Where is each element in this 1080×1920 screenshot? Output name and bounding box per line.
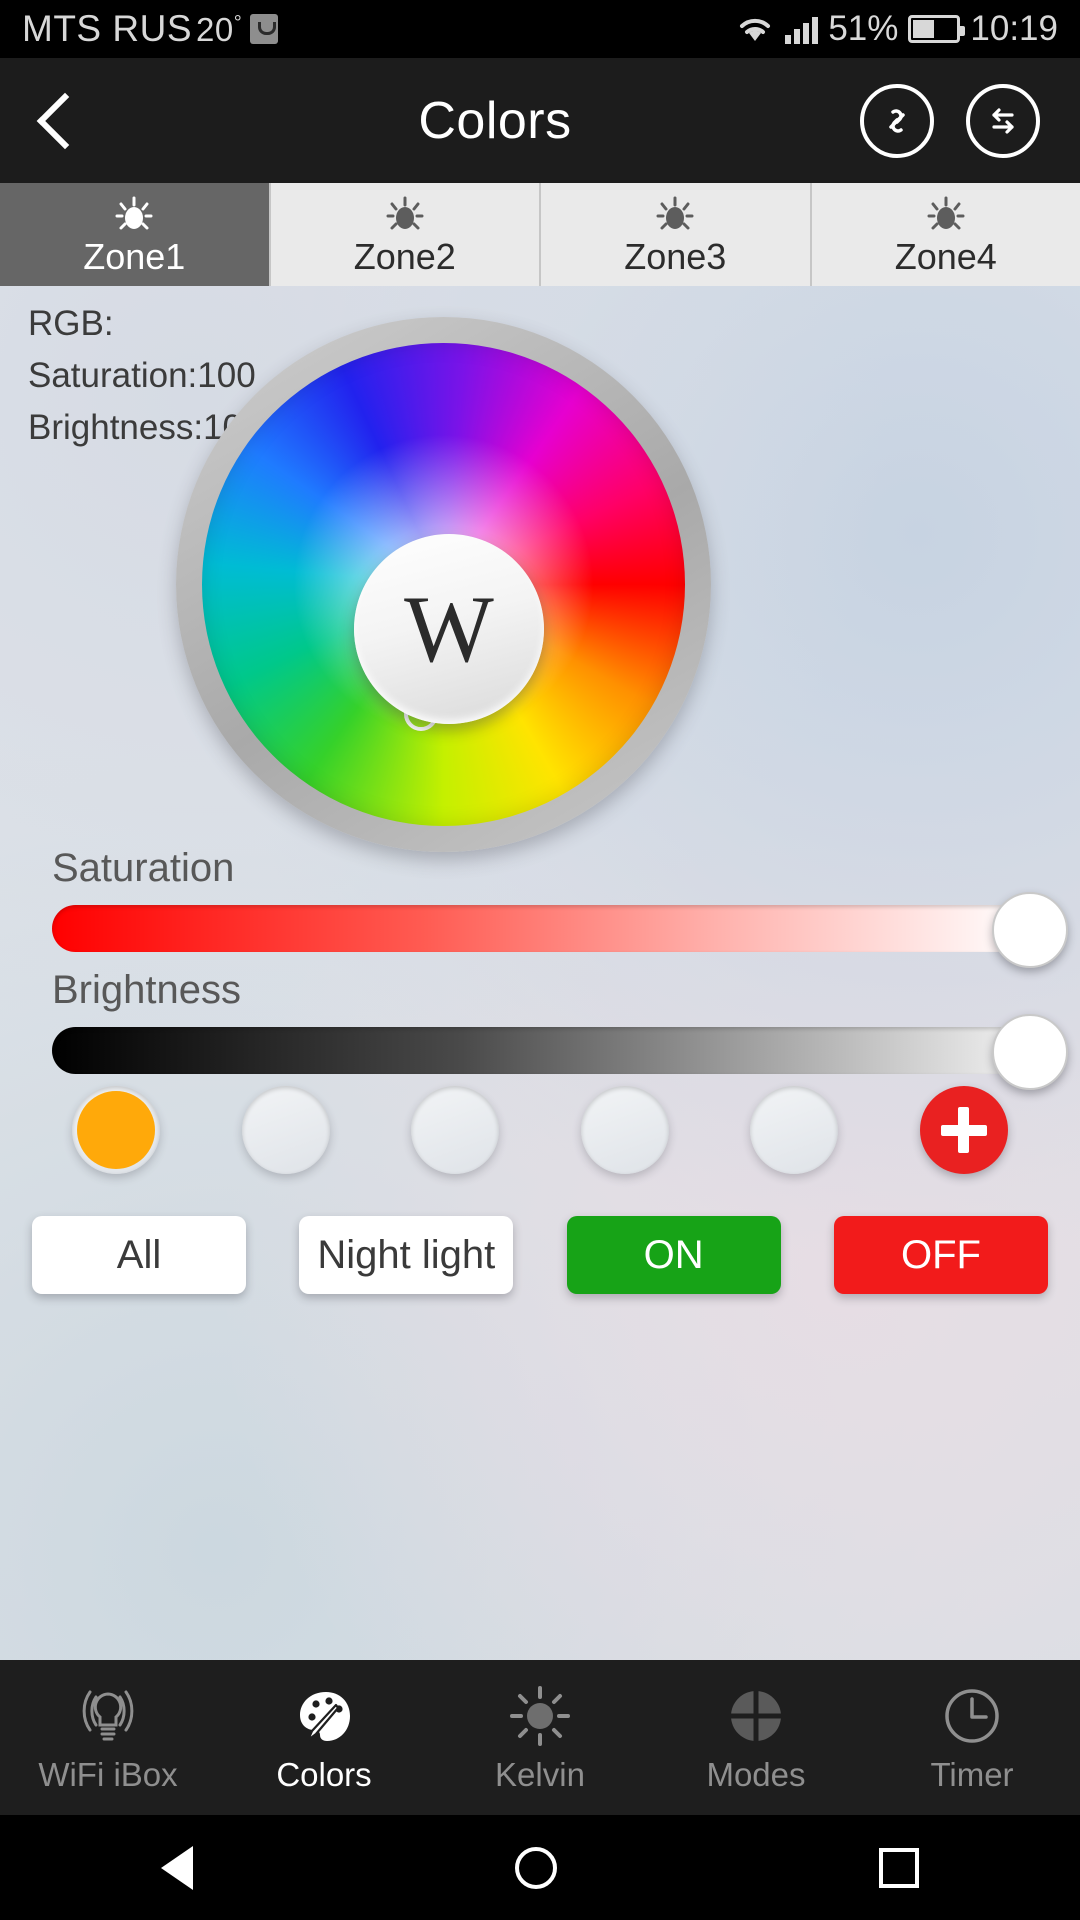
preset-swatch-fill bbox=[247, 1091, 325, 1169]
preset-swatch-fill bbox=[755, 1091, 833, 1169]
wifi-bulb-icon bbox=[82, 1690, 134, 1741]
zone-tab-label: Zone3 bbox=[624, 235, 727, 277]
preset-swatch[interactable] bbox=[241, 1086, 330, 1174]
preset-swatch[interactable] bbox=[580, 1086, 669, 1174]
brightness-slider-block: Brightness bbox=[0, 968, 1080, 1090]
status-bar-left: MTS RUS 20 ° bbox=[22, 8, 279, 50]
app-root: MTS RUS 20 ° 51% 10:19 Colors Zone1 Zone… bbox=[0, 0, 1080, 1920]
nav-item-colors[interactable]: Colors bbox=[216, 1660, 432, 1815]
sync-button[interactable] bbox=[966, 83, 1040, 158]
android-navigation-bar bbox=[0, 1815, 1080, 1920]
light-bulb-icon bbox=[115, 196, 153, 229]
preset-swatch[interactable] bbox=[72, 1086, 160, 1174]
sync-arrows-icon bbox=[992, 107, 1014, 134]
preset-swatch-row bbox=[0, 1086, 1080, 1174]
link-button[interactable] bbox=[860, 83, 934, 158]
nav-label: Timer bbox=[930, 1756, 1014, 1793]
zone-tab-3[interactable]: Zone3 bbox=[541, 183, 812, 286]
preset-swatch-fill bbox=[586, 1091, 664, 1169]
off-button[interactable]: OFF bbox=[833, 1216, 1048, 1294]
back-button[interactable] bbox=[0, 58, 130, 183]
degree-symbol: ° bbox=[233, 12, 243, 34]
zone-tab-2[interactable]: Zone2 bbox=[270, 183, 541, 286]
nav-item-modes[interactable]: Modes bbox=[648, 1660, 864, 1815]
white-mode-button[interactable]: W bbox=[354, 534, 544, 724]
brightness-slider-track[interactable] bbox=[52, 1014, 1068, 1090]
clock-label: 10:19 bbox=[970, 9, 1058, 48]
nav-item-timer[interactable]: Timer bbox=[864, 1660, 1080, 1815]
header-actions bbox=[860, 83, 1080, 158]
main-content: RGB: Saturation:100 Brightness:100 W Sat… bbox=[0, 286, 1080, 1660]
preset-swatch[interactable] bbox=[411, 1086, 500, 1174]
preset-swatch-fill bbox=[416, 1091, 494, 1169]
preset-swatch[interactable] bbox=[750, 1086, 839, 1174]
recents-square-icon[interactable] bbox=[879, 1847, 919, 1888]
battery-icon bbox=[908, 15, 966, 43]
modes-circle-icon bbox=[730, 1690, 782, 1742]
nav-label: Colors bbox=[276, 1756, 372, 1793]
saturation-slider-block: Saturation bbox=[0, 846, 1080, 968]
carrier-label: MTS RUS bbox=[22, 8, 192, 49]
preset-swatch-fill bbox=[77, 1091, 155, 1169]
temperature-label: 20 bbox=[196, 11, 234, 48]
saturation-slider-track[interactable] bbox=[52, 892, 1068, 968]
home-circle-icon[interactable] bbox=[515, 1846, 557, 1889]
brightness-slider-thumb[interactable] bbox=[992, 1014, 1068, 1090]
saturation-slider-label: Saturation bbox=[52, 846, 235, 890]
add-preset-button[interactable] bbox=[919, 1086, 1008, 1174]
signal-bars-icon bbox=[785, 14, 819, 44]
light-bulb-icon bbox=[656, 196, 694, 229]
battery-percent-label: 51% bbox=[828, 9, 899, 48]
clock-icon bbox=[945, 1689, 999, 1743]
bottom-navigation: WiFi iBox Colors Kelvin Modes Timer bbox=[0, 1660, 1080, 1815]
zone-tab-label: Zone2 bbox=[353, 235, 456, 277]
zone-tab-4[interactable]: Zone4 bbox=[811, 183, 1080, 286]
night-light-button[interactable]: Night light bbox=[299, 1216, 514, 1294]
zone-tab-label: Zone4 bbox=[894, 235, 997, 277]
zone-tabs: Zone1 Zone2 Zone3 Zone4 bbox=[0, 183, 1080, 286]
nav-item-wifi-ibox[interactable]: WiFi iBox bbox=[0, 1660, 216, 1815]
nav-label: Modes bbox=[706, 1756, 806, 1793]
on-button[interactable]: ON bbox=[566, 1216, 781, 1294]
link-icon bbox=[889, 108, 905, 133]
color-wheel[interactable]: W bbox=[176, 317, 711, 852]
palette-icon bbox=[300, 1692, 350, 1742]
sun-icon bbox=[510, 1686, 570, 1746]
saturation-slider-thumb[interactable] bbox=[992, 892, 1068, 968]
zone-tab-1[interactable]: Zone1 bbox=[0, 183, 271, 286]
back-chevron-icon bbox=[36, 92, 94, 149]
status-bar: MTS RUS 20 ° 51% 10:19 bbox=[0, 0, 1080, 58]
nav-item-kelvin[interactable]: Kelvin bbox=[432, 1660, 648, 1815]
light-bulb-icon bbox=[927, 196, 965, 229]
light-bulb-icon bbox=[386, 196, 424, 229]
all-button[interactable]: All bbox=[32, 1216, 246, 1294]
page-title: Colors bbox=[418, 91, 572, 150]
nav-label: Kelvin bbox=[495, 1756, 585, 1793]
back-triangle-icon[interactable] bbox=[161, 1845, 193, 1890]
nav-label: WiFi iBox bbox=[38, 1756, 178, 1793]
white-mode-label: W bbox=[404, 575, 494, 682]
app-header: Colors bbox=[0, 58, 1080, 183]
sim-card-icon bbox=[250, 14, 279, 44]
wifi-icon bbox=[740, 18, 771, 41]
brightness-slider-label: Brightness bbox=[52, 968, 241, 1012]
status-bar-right: 51% 10:19 bbox=[735, 9, 1058, 49]
zone-tab-label: Zone1 bbox=[83, 235, 186, 277]
action-button-row: All Night light ON OFF bbox=[0, 1216, 1080, 1294]
